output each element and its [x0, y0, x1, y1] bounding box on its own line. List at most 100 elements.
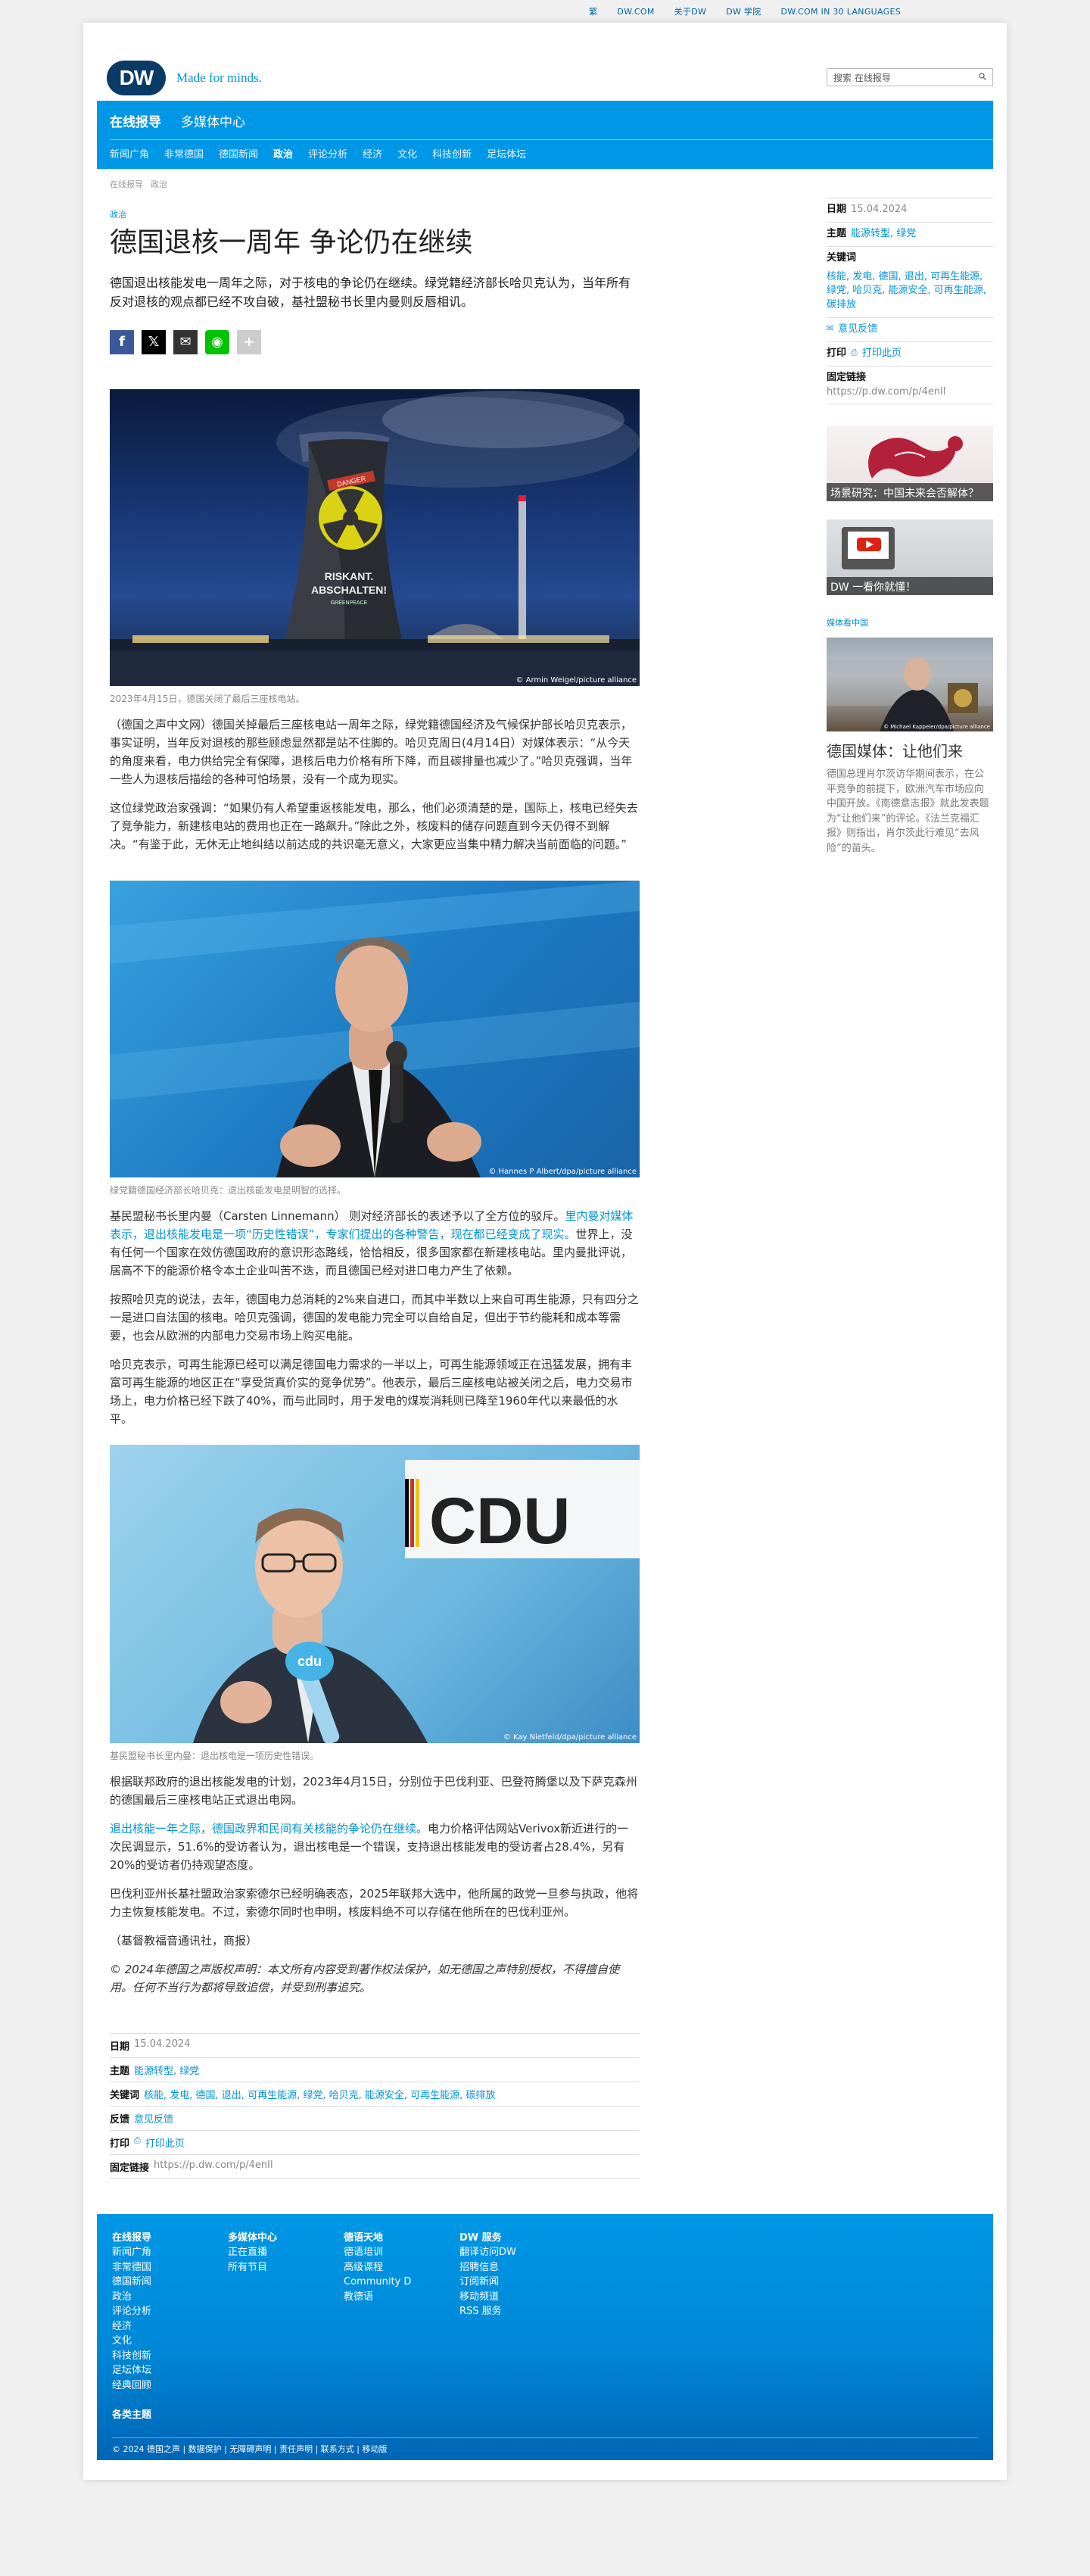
search-icon[interactable] [979, 72, 986, 83]
feedback-link[interactable]: 意见反馈 [134, 2111, 173, 2125]
photo-linnemann: CDU cdu © Kay Nietfeld/dpa/picture allia… [110, 1444, 640, 1743]
nav-sub-science[interactable]: 科技创新 [432, 146, 472, 161]
sidebar-article-title[interactable]: 德国媒体：让他们来 [827, 739, 993, 761]
meta-keywords-row: 关键词 核能, 发电, 德国, 退出, 可再生能源, 绿党, 哈贝克, 能源安全… [110, 2081, 640, 2106]
photo2-credit: © Hannes P Albert/dpa/picture alliance [488, 1167, 637, 1176]
footer-link[interactable]: 移动频道 [459, 2290, 575, 2305]
sidebar-permalink[interactable]: https://p.dw.com/p/4enIl [827, 385, 993, 400]
sidebar-feedback-link[interactable]: 意见反馈 [838, 323, 877, 337]
sidebar-keywords[interactable]: 核能, 发电, 德国, 退出, 可再生能源, 绿党, 哈贝克, 能源安全, 可再… [827, 270, 993, 313]
nav-online-reports[interactable]: 在线报导 [110, 111, 161, 130]
footer-link[interactable]: 非常德国 [112, 2260, 228, 2275]
scholz-photo[interactable]: © Michael Kappeler/dpa/picture alliance [827, 638, 993, 732]
footer-link[interactable]: Community D [344, 2275, 459, 2290]
x-twitter-icon[interactable]: 𝕏 [142, 329, 166, 354]
projection-text-line2: ABSCHALTEN! [311, 584, 387, 596]
more-share-icon[interactable]: + [237, 329, 261, 354]
footer-link[interactable]: 正在直播 [228, 2245, 344, 2260]
projection-text-line1: RISKANT. [325, 570, 374, 582]
nav-sub-news[interactable]: 新闻广角 [110, 146, 149, 161]
footer-link[interactable]: 经典回顾 [112, 2378, 228, 2394]
nav-sub-economy[interactable]: 经济 [363, 146, 382, 161]
footer-link[interactable]: 评论分析 [112, 2304, 228, 2319]
sidebar-print-row: 打印 ⎙ 打印此页 [827, 341, 993, 366]
sidebar-print-label: 打印 [827, 347, 847, 359]
email-icon[interactable]: ✉ [173, 329, 198, 354]
permalink[interactable]: https://p.dw.com/p/4enIl [154, 2160, 273, 2174]
footer-link[interactable]: 文化 [112, 2334, 228, 2349]
media-china-label[interactable]: 媒体看中国 [827, 616, 993, 628]
footer-topics-link[interactable]: 各类主题 [112, 2406, 978, 2421]
footer-link[interactable]: 经济 [112, 2319, 228, 2334]
article-teaser: 德国退出核能发电一周年之际，对于核电的争论仍在继续。绿党籍经济部长哈贝克认为，当… [110, 276, 631, 309]
footer-link[interactable]: 足坛体坛 [112, 2363, 228, 2378]
topbar-link-dw[interactable]: DW.COM [617, 7, 654, 17]
photo-cooling-tower: DANGER RISKANT. ABSCHALTEN! GREENPEACE ©… [110, 388, 640, 686]
breadcrumb-item-politics[interactable]: 政治 [151, 178, 167, 190]
nav-sub-commentary[interactable]: 评论分析 [308, 146, 347, 161]
footer-link[interactable]: 德语培训 [344, 2245, 459, 2260]
footer-link[interactable]: 新闻广角 [112, 2245, 228, 2260]
nav-sub-culture[interactable]: 文化 [397, 146, 417, 161]
footer-link[interactable]: 教德语 [344, 2290, 459, 2305]
footer-col-reports-title[interactable]: 在线报导 [112, 2231, 228, 2246]
printer-icon: ⎙ [134, 2135, 141, 2145]
footer-link[interactable]: 科技创新 [112, 2349, 228, 2364]
footer-link[interactable]: 德国新闻 [112, 2275, 228, 2290]
search-input[interactable]: 搜索 在线报导 [827, 68, 993, 86]
mic-label: cdu [297, 1654, 322, 1669]
promo-youtube-teaser[interactable]: DW 一看你就懂！ [827, 519, 993, 596]
sidebar-print-link[interactable]: 打印此页 [862, 347, 902, 361]
sidebar-permalink-label: 固定链接 [827, 371, 867, 383]
footer-col-multimedia-title[interactable]: 多媒体中心 [228, 2231, 344, 2246]
footer-link[interactable]: RSS 服务 [459, 2304, 575, 2319]
promo-dragon-teaser[interactable]: 场景研究：中国未来会否解体？ [827, 426, 993, 502]
print-link[interactable]: 打印此页 [145, 2135, 185, 2150]
promo-youtube-caption: DW 一看你就懂！ [827, 577, 993, 596]
page-container: DW Made for minds. 搜索 在线报导 在线报导 多媒体中心 新闻… [83, 23, 1007, 2480]
sidebar-feedback-row: ✉ 意见反馈 [827, 317, 993, 341]
footer-link[interactable]: 政治 [112, 2290, 228, 2305]
footer-link[interactable]: 翻译访问DW [459, 2245, 575, 2260]
nav-sub-sports[interactable]: 足坛体坛 [487, 146, 526, 161]
nav-sub-germany[interactable]: 非常德国 [164, 146, 204, 161]
footer-link[interactable]: 所有节目 [228, 2260, 344, 2275]
meta-permalink-row: 固定链接 https://p.dw.com/p/4enIl [110, 2153, 640, 2179]
meta-date-label: 日期 [110, 2041, 130, 2053]
topbar-link-languages[interactable]: DW.COM IN 30 LANGUAGES [781, 7, 901, 17]
article-body-part3: 根据联邦政府的退出核能发电的计划，2023年4月15日，分别位于巴伐利亚、巴登符… [110, 1773, 640, 1997]
top-utility-bar: 繁 DW.COM 关于DW DW 学院 DW.COM IN 30 LANGUAG… [0, 0, 1090, 23]
nav-multimedia[interactable]: 多媒体中心 [181, 111, 245, 130]
promo-dragon-caption: 场景研究：中国未来会否解体？ [827, 483, 993, 502]
sidebar-topics[interactable]: 能源转型, 绿党 [851, 227, 916, 242]
paragraph-6: 根据联邦政府的退出核能发电的计划，2023年4月15日，分别位于巴伐利亚、巴登符… [110, 1774, 637, 1807]
meta-topics[interactable]: 能源转型, 绿党 [134, 2063, 199, 2077]
meta-print-label: 打印 [110, 2138, 130, 2150]
article-kicker[interactable]: 政治 [110, 208, 640, 220]
meta-date: 15.04.2024 [134, 2038, 191, 2050]
nav-sub-politics[interactable]: 政治 [273, 146, 293, 161]
debate-continues-link[interactable]: 退出核能一年之际，德国政界和民间有关核能的争论仍在继续。 [110, 1822, 428, 1835]
topbar-link-about[interactable]: 关于DW [674, 5, 707, 17]
header: DW Made for minds. 搜索 在线报导 [97, 36, 993, 97]
footer-link[interactable]: 招聘信息 [459, 2260, 575, 2275]
meta-keywords[interactable]: 核能, 发电, 德国, 退出, 可再生能源, 绿党, 哈贝克, 能源安全, 可再… [144, 2087, 495, 2101]
facebook-icon[interactable]: f [110, 329, 134, 354]
meta-feedback-label: 反馈 [110, 2113, 130, 2125]
dw-logo[interactable]: DW Made for minds. [107, 61, 262, 95]
nav-sub-german-news[interactable]: 德国新闻 [219, 146, 258, 161]
topbar-link-traditional[interactable]: 繁 [589, 5, 597, 17]
breadcrumb-item-reports[interactable]: 在线报导 [110, 178, 143, 190]
article-title: 德国退核一周年 争论仍在继续 [110, 227, 473, 258]
footer-legal[interactable]: © 2024 德国之声 | 数据保护 | 无障碍声明 | 责任声明 | 联系方式… [112, 2437, 978, 2455]
footer: 在线报导 新闻广角 非常德国 德国新闻 政治 评论分析 经济 文化 科技创新 足… [97, 2213, 993, 2460]
meta-topic-label: 主题 [110, 2065, 130, 2077]
footer-link[interactable]: 高级课程 [344, 2260, 459, 2275]
topbar-link-academy[interactable]: DW 学院 [726, 5, 761, 17]
footer-col-learn-german-title[interactable]: 德语天地 [344, 2231, 459, 2246]
photo2-caption: 绿党籍德国经济部长哈贝克：退出核能发电是明智的选择。 [110, 1184, 347, 1196]
line-icon[interactable]: ◉ [205, 329, 229, 354]
paragraph-7: 退出核能一年之际，德国政界和民间有关核能的争论仍在继续。电力价格评估网站Veri… [110, 1820, 640, 1874]
footer-link[interactable]: 订阅新闻 [459, 2275, 575, 2290]
footer-col-services-title[interactable]: DW 服务 [459, 2231, 575, 2246]
